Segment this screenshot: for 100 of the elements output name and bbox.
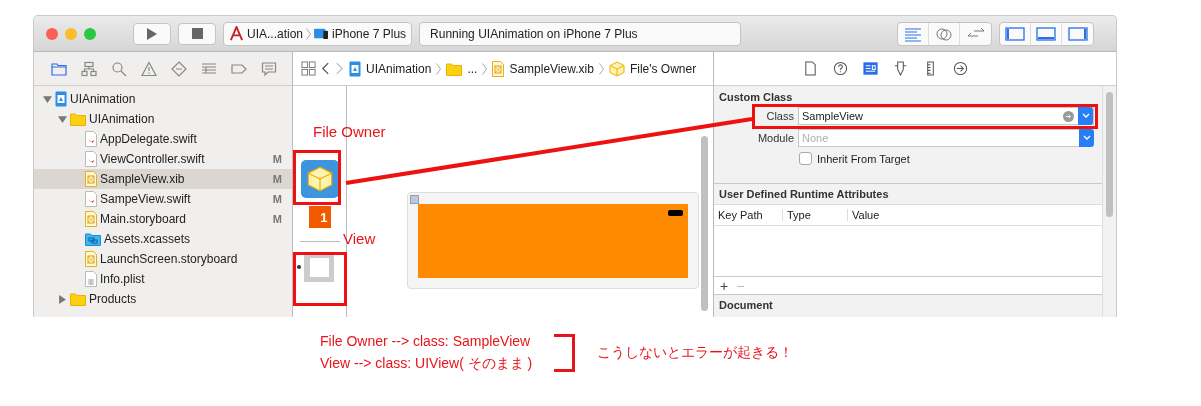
view-frame[interactable] [407,192,699,289]
battery-icon [668,210,683,216]
status-label: M [272,173,282,185]
folder-icon [70,291,86,307]
chevron-icon [482,62,488,75]
hierarchy-icon[interactable] [81,60,97,77]
identity-icon[interactable] [862,61,878,76]
close-icon[interactable] [410,195,419,204]
file-icon[interactable] [802,61,818,76]
speech-bubble-icon[interactable] [261,60,277,77]
interface-file-icon [492,60,505,77]
field-label: Class [765,110,794,122]
scheme-selector[interactable]: UIA...ation iPhone 7 Plus [223,21,413,46]
annotation-label: View [343,230,376,247]
checkbox[interactable] [799,152,812,165]
file-tree-item[interactable]: ViewController.swift [100,152,270,166]
file-tree-item[interactable]: LaunchScreen.storyboard [100,252,282,266]
folder-icon [446,60,463,77]
plist-file-icon [85,271,97,287]
annotation-text: File Owner --> class: SampleView [320,333,532,349]
interface-file-icon [85,211,97,227]
section-title: Document [719,299,774,311]
app-icon [229,26,244,41]
breadcrumb-item[interactable]: SampleView.xib [509,61,594,76]
lines-icon [903,25,923,42]
list-icon[interactable] [201,60,217,77]
grid-icon[interactable] [301,61,316,76]
back-icon[interactable] [321,61,330,76]
file-owner-icon[interactable] [300,160,339,198]
close-icon[interactable] [46,27,58,40]
file-tree-item[interactable]: UIAnimation [89,112,282,126]
help-icon[interactable] [832,61,848,76]
folder-icon[interactable] [51,60,67,77]
column-header[interactable]: Key Path [714,209,783,221]
column-header[interactable]: Value [848,209,1102,221]
stop-button[interactable] [178,22,216,45]
breadcrumb-item[interactable]: UIAnimation [366,61,432,76]
file-tree-item[interactable]: Main.storyboard [100,212,270,226]
cube-icon [608,60,625,77]
panel-layout-icon [1067,25,1088,42]
add-button[interactable]: + [717,278,732,293]
file-tree-item[interactable]: Products [89,292,282,306]
warning-icon[interactable] [141,60,157,77]
swift-file-icon [85,151,97,167]
arrow-circle-icon[interactable] [952,61,968,76]
checkbox-label: Inherit From Target [817,152,910,165]
file-tree-item[interactable]: UIAnimation [70,92,282,106]
status-label: M [272,213,282,225]
status-label: M [272,193,282,205]
project-icon [55,91,67,107]
play-icon [146,26,158,41]
chevron-icon [598,62,604,75]
scroll-bar[interactable] [701,136,708,311]
activity-field: Running UIAnimation on iPhone 7 Plus [419,21,742,46]
bracket-mark [554,334,576,372]
search-icon[interactable] [111,60,127,77]
file-tree-item[interactable]: Assets.xcassets [104,232,282,246]
expand-triangle-icon[interactable] [58,294,67,304]
dropdown-icon[interactable] [1079,129,1094,147]
panel-layout-icon [1036,25,1056,42]
highlight-box [293,252,347,306]
annotation-text: View --> class: UIView( そのまま ) [320,355,533,373]
device-name[interactable]: iPhone 7 Plus [332,26,407,41]
file-tree-item[interactable]: SampleView.xib [100,172,270,186]
column-header[interactable]: Type [783,209,848,221]
annotation-text: こうしないとエラーが起きる！ [597,344,794,362]
stop-icon [191,28,203,39]
run-button[interactable] [133,22,171,45]
file-tree-item[interactable]: SampeView.swift [100,192,270,206]
highlight-box [293,150,341,205]
breadcrumb-item[interactable]: File's Owner [629,61,697,76]
annotation-label: File Owner [313,123,386,140]
zoom-icon[interactable] [84,27,96,40]
module-field[interactable]: None [798,129,1079,147]
scheme-name[interactable]: UIA...ation [247,26,304,41]
breadcrumb-item[interactable]: ... [467,61,478,76]
shield-icon[interactable] [892,61,908,76]
swift-file-icon [85,131,97,147]
swift-file-icon [85,191,97,207]
interface-file-icon [85,171,97,187]
diamond-icon[interactable] [171,60,187,77]
forward-icon[interactable] [335,61,344,76]
file-tree-item[interactable]: AppDelegate.swift [100,132,282,146]
section-title: Custom Class [719,91,794,103]
status-label: M [272,153,282,165]
dropdown-icon[interactable] [1078,107,1093,125]
panel-layout-icon [1005,25,1025,42]
scroll-bar[interactable] [1106,92,1113,217]
class-field[interactable]: SampleView [798,107,1094,125]
project-icon [349,60,361,77]
chevron-icon [436,62,442,75]
file-tree-item[interactable]: Info.plist [100,272,282,286]
section-title: User Defined Runtime Attributes [718,188,890,200]
interface-file-icon [85,251,97,267]
device-icon [314,27,330,40]
field-label: Module [756,132,794,144]
chevron-icon [306,27,312,40]
circles-icon [934,25,954,42]
folder-icon [70,111,86,127]
folder-icon [85,231,101,247]
